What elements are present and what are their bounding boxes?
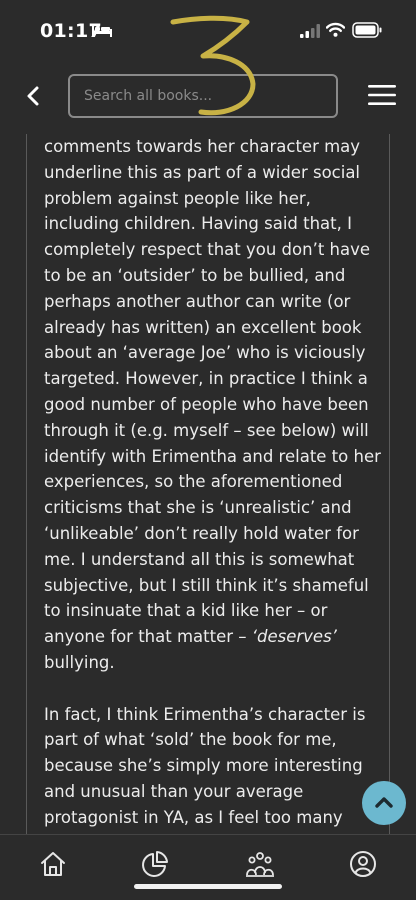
review-content: comments towards her character may under… — [26, 134, 390, 834]
review-body: comments towards her character may under… — [44, 134, 389, 831]
scroll-to-top-button[interactable] — [362, 781, 406, 825]
chevron-up-icon — [375, 797, 393, 808]
top-header — [0, 58, 416, 134]
review-paragraph: In fact, I think Erimentha’s character i… — [44, 704, 366, 827]
wifi-icon — [326, 22, 345, 37]
community-icon[interactable] — [245, 849, 275, 879]
bed-icon — [92, 25, 112, 37]
search-input[interactable] — [68, 74, 338, 118]
chevron-left-icon[interactable] — [22, 84, 44, 108]
home-indicator — [134, 884, 282, 889]
review-paragraph-text: bullying. — [44, 652, 115, 672]
bottom-nav — [0, 834, 416, 900]
status-bar: 01:17 — [0, 0, 416, 58]
signal-icon — [300, 24, 320, 38]
review-emphasis: ‘deserves’ — [251, 627, 337, 647]
home-icon[interactable] — [38, 849, 68, 879]
review-paragraph: comments towards her character may under… — [44, 134, 389, 676]
battery-icon — [352, 22, 382, 38]
hamburger-menu-icon[interactable] — [368, 83, 396, 107]
profile-icon[interactable] — [348, 849, 378, 879]
pie-chart-icon[interactable] — [140, 849, 170, 879]
review-paragraph-text: comments towards her character may under… — [44, 137, 381, 647]
